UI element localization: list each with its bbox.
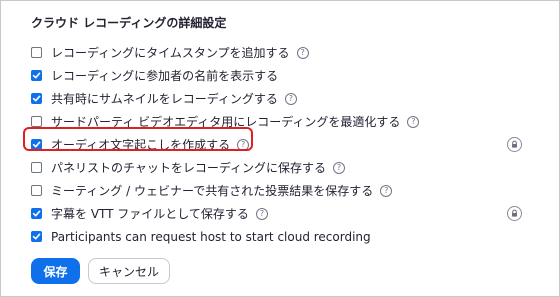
option-label: レコーディングに参加者の名前を表示する	[51, 69, 279, 83]
option-checkbox[interactable]	[31, 116, 42, 127]
option-label: ミーティング / ウェビナーで共有された投票結果を保存する	[51, 184, 374, 198]
option-row[interactable]: 共有時にサムネイルをレコーディングする?	[31, 87, 531, 110]
option-label: 字幕を VTT ファイルとして保存する	[51, 207, 249, 221]
help-icon[interactable]: ?	[284, 92, 297, 105]
lock-icon[interactable]	[507, 206, 522, 221]
option-label: 共有時にサムネイルをレコーディングする	[51, 92, 278, 106]
option-checkbox[interactable]	[31, 47, 42, 58]
option-checkbox[interactable]	[31, 162, 42, 173]
option-label: パネリストのチャットをレコーディングに保存する	[51, 161, 327, 175]
checkmark-icon	[32, 141, 41, 148]
help-icon[interactable]: ?	[333, 161, 346, 174]
checkmark-icon	[32, 95, 41, 102]
help-icon[interactable]: ?	[237, 138, 250, 151]
option-list: レコーディングにタイムスタンプを追加する? レコーディングに参加者の名前を表示する…	[31, 41, 531, 248]
option-checkbox[interactable]	[31, 70, 42, 81]
option-row[interactable]: ミーティング / ウェビナーで共有された投票結果を保存する?	[31, 179, 531, 202]
option-label: オーディオ文字起こしを作成する	[51, 138, 231, 152]
cancel-button[interactable]: キャンセル	[88, 258, 170, 284]
option-checkbox[interactable]	[31, 231, 42, 242]
option-checkbox[interactable]	[31, 139, 42, 150]
help-icon[interactable]: ?	[380, 184, 393, 197]
option-row[interactable]: サードパーティ ビデオエディタ用にレコーディングを最適化する?	[31, 110, 531, 133]
option-row[interactable]: 字幕を VTT ファイルとして保存する?	[31, 202, 531, 225]
option-checkbox[interactable]	[31, 93, 42, 104]
help-icon[interactable]: ?	[407, 115, 420, 128]
option-row[interactable]: レコーディングにタイムスタンプを追加する?	[31, 41, 531, 64]
option-checkbox[interactable]	[31, 208, 42, 219]
save-button[interactable]: 保存	[31, 258, 80, 284]
section-title: クラウド レコーディングの詳細設定	[31, 16, 227, 30]
lock-icon[interactable]	[507, 137, 522, 152]
help-icon[interactable]: ?	[296, 46, 309, 59]
option-row[interactable]: Participants can request host to start c…	[31, 225, 531, 248]
checkmark-icon	[32, 210, 41, 217]
option-row[interactable]: レコーディングに参加者の名前を表示する	[31, 64, 531, 87]
option-checkbox[interactable]	[31, 185, 42, 196]
help-icon[interactable]: ?	[255, 207, 268, 220]
option-label: サードパーティ ビデオエディタ用にレコーディングを最適化する	[51, 115, 401, 129]
option-row[interactable]: オーディオ文字起こしを作成する?	[31, 133, 531, 156]
option-row[interactable]: パネリストのチャットをレコーディングに保存する?	[31, 156, 531, 179]
checkmark-icon	[32, 233, 41, 240]
option-label: レコーディングにタイムスタンプを追加する	[51, 46, 290, 60]
option-label: Participants can request host to start c…	[51, 229, 371, 244]
settings-panel: クラウド レコーディングの詳細設定 レコーディングにタイムスタンプを追加する? レ…	[0, 0, 560, 297]
checkmark-icon	[32, 72, 41, 79]
